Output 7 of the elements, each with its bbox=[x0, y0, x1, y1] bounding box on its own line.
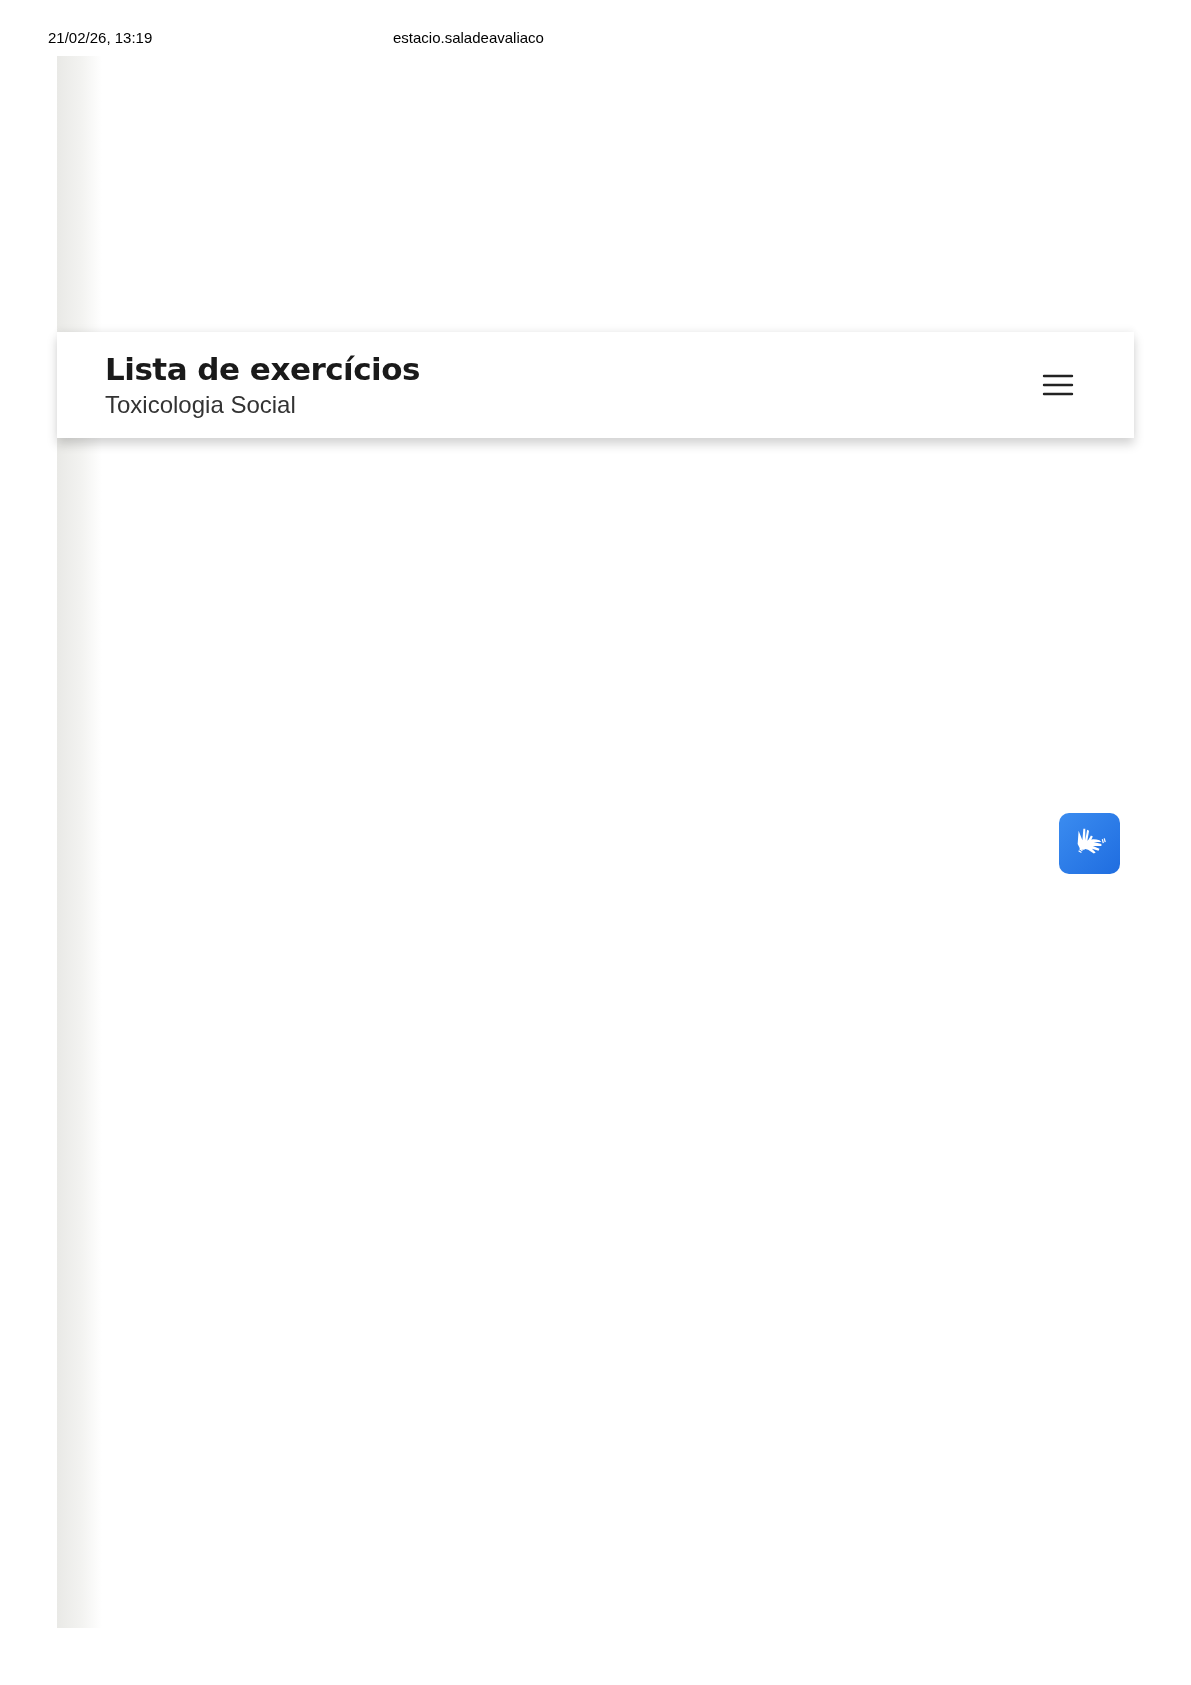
sign-language-button[interactable] bbox=[1059, 813, 1120, 874]
menu-icon bbox=[1042, 373, 1074, 397]
page-subtitle: Toxicologia Social bbox=[105, 391, 297, 419]
print-date: 21/02/26, 13:19 bbox=[48, 29, 153, 46]
menu-button[interactable] bbox=[1042, 373, 1074, 397]
print-url: estacio.saladeavaliaco bbox=[393, 29, 544, 46]
page-title: Lista de exercícios bbox=[105, 351, 420, 387]
